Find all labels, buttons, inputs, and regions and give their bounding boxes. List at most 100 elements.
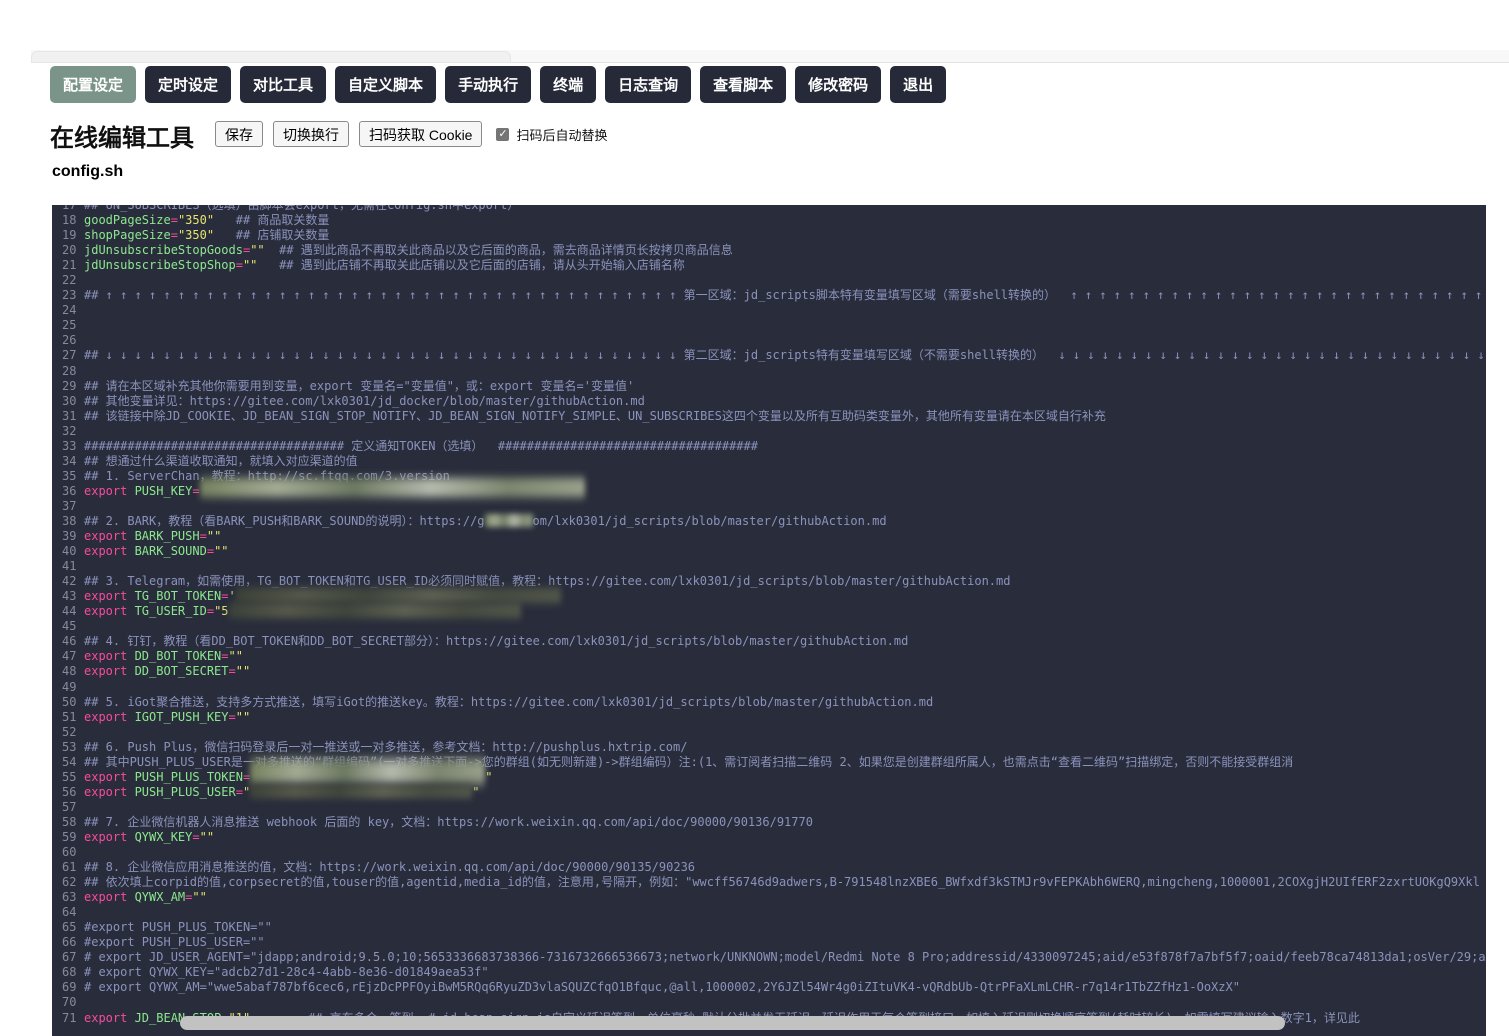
code-token: ## 遇到此商品不再取关此商品以及它后面的商品，需去商品详情页长按拷贝商品信息 [264,243,733,258]
line-number: 19 [62,228,77,243]
code-token: # export QYWX_KEY="adcb27d1-28c4-4abb-8e… [84,965,489,980]
code-line: 23 ## ↑ ↑ ↑ ↑ ↑ ↑ ↑ ↑ ↑ ↑ ↑ ↑ ↑ ↑ ↑ ↑ ↑ ↑… [62,288,1486,303]
code-token: BARK_SOUND [134,544,207,559]
line-number: 57 [62,799,77,814]
line-number: 63 [62,890,77,905]
code-line: 62 ## 依次填上corpid的值,corpsecret的值,touser的值,… [62,875,1486,890]
code-token: shopPageSize [84,228,171,243]
code-token: = [221,649,229,664]
code-line: 67 # export JD_USER_AGENT="jdapp;android;… [62,950,1486,965]
code-line: 24 [62,303,1486,318]
code-token: ## 6. Push Plus，微信扫码登录后一对一推送或一对多推送，参考文档：… [84,739,688,754]
code-token: ## 2. BARK，教程（看BARK_PUSH和BARK_SOUND的说明）：… [84,513,485,528]
code-editor[interactable]: 17 ## UN_SUBSCRIBES（选填）由脚本会export，无需在conf… [52,205,1486,1036]
line-number: 39 [62,529,77,544]
code-token: "" [228,649,243,664]
line-number: 69 [62,980,77,995]
code-token: ## 7. 企业微信机器人消息推送 webhook 后面的 key，文档：htt… [84,814,813,829]
toolbar-button-3[interactable]: 扫码获取 Cookie [359,121,483,147]
code-line: 58 ## 7. 企业微信机器人消息推送 webhook 后面的 key，文档：h… [62,815,1486,830]
code-token: ## 5. iGot聚合推送，支持多方式推送，填写iGot的推送key。教程：h… [84,694,934,709]
code-token: # export JD_USER_AGENT="jdapp;android;9.… [84,950,1486,965]
line-number: 28 [62,363,77,378]
code-token: = [235,784,243,799]
line-number: 17 [62,205,77,212]
line-number: 31 [62,408,77,423]
line-number: 50 [62,694,77,709]
code-line: 26 [62,333,1486,348]
code-token: export [84,890,135,905]
code-token: QYWX_AM [134,890,186,905]
file-name-label: config.sh [52,163,124,180]
code-token: QYWX_KEY [134,829,193,844]
code-line: 70 [62,995,1486,1010]
code-token: ## 商品取关数量 [214,213,330,228]
code-token: ' [228,589,236,604]
code-token: ## UN_SUBSCRIBES（选填）由脚本会export，无需在config… [84,205,520,212]
code-line: 52 [62,725,1486,740]
line-number: 47 [62,649,77,664]
line-number: 34 [62,453,77,468]
code-line: 44 export TG_USER_ID="5 [62,602,1486,619]
line-number: 33 [62,438,77,453]
code-token: = [206,544,215,559]
code-token: ## ↑ ↑ ↑ ↑ ↑ ↑ ↑ ↑ ↑ ↑ ↑ ↑ ↑ ↑ ↑ ↑ ↑ ↑ ↑… [84,288,1486,303]
code-token: export [84,649,135,664]
line-number: 66 [62,935,77,950]
code-line: 57 [62,800,1486,815]
nav-button-10[interactable]: 退出 [890,66,947,103]
line-number: 53 [62,739,77,754]
nav-button-9[interactable]: 修改密码 [795,66,882,103]
nav-button-7[interactable]: 日志查询 [605,66,692,103]
code-line: 50 ## 5. iGot聚合推送，支持多方式推送，填写iGot的推送key。教程… [62,695,1486,710]
code-token: # export QYWX_AM="wwe5abaf787bf6cec6,rEj… [84,980,1240,995]
code-token: PUSH_PLUS_USER [134,784,236,799]
code-token: export [84,544,135,559]
code-token: = [242,769,251,784]
line-number: 18 [62,213,77,228]
code-token: "" [206,529,222,544]
code-line: 20 jdUnsubscribeStopGoods="" ## 遇到此商品不再取关… [62,243,1486,258]
code-token: "" [242,258,258,273]
line-number: 38 [62,513,77,528]
code-content: 17 ## UN_SUBSCRIBES（选填）由脚本会export，无需在conf… [52,205,1486,1026]
code-token: "" [235,709,251,724]
code-token: "350" [177,213,215,228]
code-line: 19 shopPageSize="350" ## 店铺取关数量 [62,228,1486,243]
code-line: 45 [62,619,1486,634]
code-line: 66 #export PUSH_PLUS_USER="" [62,935,1486,950]
nav-button-6[interactable]: 终端 [540,66,597,103]
code-line: 48 export DD_BOT_SECRET="" [62,664,1486,679]
code-token: PUSH_KEY [134,483,193,498]
line-number: 58 [62,814,77,829]
auto-replace-checkbox[interactable]: ✓ [496,127,510,141]
code-token: = [199,529,207,544]
nav-button-1[interactable]: 配置设定 [50,66,137,103]
nav-bar: 配置设定 定时设定 对比工具 自定义脚本 手动执行 终端 日志查询 查看脚本 修改密码 退出 [50,66,947,103]
nav-button-5[interactable]: 手动执行 [445,66,532,103]
line-number: 56 [62,784,77,799]
code-line: 53 ## 6. Push Plus，微信扫码登录后一对一推送或一对多推送，参考文… [62,740,1486,755]
toolbar-button-2[interactable]: 切换换行 [273,121,349,147]
code-token: goodPageSize [84,213,171,228]
nav-button-2[interactable]: 定时设定 [145,66,232,103]
code-token: "" [235,664,251,679]
nav-button-3[interactable]: 对比工具 [240,66,327,103]
code-token: ## ↓ ↓ ↓ ↓ ↓ ↓ ↓ ↓ ↓ ↓ ↓ ↓ ↓ ↓ ↓ ↓ ↓ ↓ ↓… [84,348,1486,363]
code-token: = [228,709,236,724]
line-number: 51 [62,709,77,724]
redacted-value [228,602,521,619]
horizontal-scrollbar-thumb[interactable] [180,1016,1285,1030]
line-number: 55 [62,769,77,784]
line-number: 23 [62,288,77,303]
code-token: export [84,784,135,799]
code-token: export [84,664,135,679]
nav-button-8[interactable]: 查看脚本 [700,66,787,103]
auto-replace-checkbox-label: 扫码后自动替换 [516,127,608,143]
line-number: 67 [62,950,77,965]
code-token: om/lxk0301/jd_scripts/blob/master/github… [532,513,887,528]
line-number: 54 [62,754,77,769]
nav-button-4[interactable]: 自定义脚本 [335,66,437,103]
toolbar-button-1[interactable]: 保存 [215,121,263,147]
code-line: 40 export BARK_SOUND="" [62,544,1486,559]
